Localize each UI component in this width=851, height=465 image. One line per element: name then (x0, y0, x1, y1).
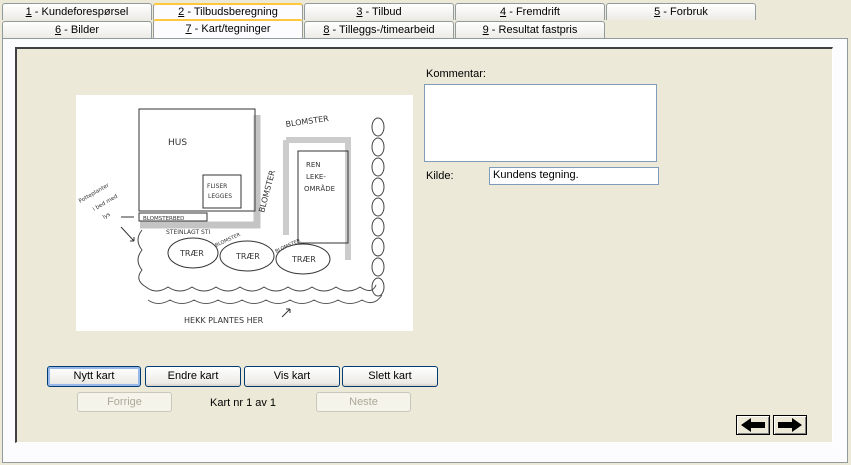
sketch-omrade: OMRÅDE (304, 184, 335, 193)
sketch-note-3: lys (102, 212, 112, 221)
tab-label: - Bilder (61, 24, 100, 36)
sketch-hus: HUS (168, 138, 187, 148)
sketch-hekk: HEKK PLANTES HER (184, 316, 264, 325)
tab-label: - Fremdrift (506, 6, 560, 18)
tab-label: - Kart/tegninger (191, 23, 271, 35)
tab-label: - Tilleggs-/timearbeid (329, 24, 435, 36)
forward-arrow-button[interactable] (773, 415, 807, 435)
comment-label: Kommentar: (426, 68, 486, 80)
comment-textarea[interactable] (424, 84, 657, 162)
tab-tilleggs-timearbeid[interactable]: 8 - Tilleggs-/timearbeid (304, 21, 454, 38)
tab-resultat-fastpris[interactable]: 9 - Resultat fastpris (455, 21, 605, 38)
sketch-legges: LEGGES (208, 193, 232, 200)
arrow-right-icon (778, 418, 802, 432)
sketch-blomster-small-1: BLOMSTER (214, 232, 242, 249)
tab-tilbud[interactable]: 3 - Tilbud (304, 3, 454, 20)
new-map-button[interactable]: Nytt kart (47, 366, 141, 387)
tab-forbruk[interactable]: 5 - Forbruk (606, 3, 756, 20)
source-input[interactable]: Kundens tegning. (489, 167, 659, 185)
tab-fremdrift[interactable]: 4 - Fremdrift (455, 3, 605, 20)
sketch-ren: REN (306, 161, 321, 169)
tab-label: - Tilbud (362, 6, 402, 18)
map-counter: Kart nr 1 av 1 (210, 397, 277, 409)
tab-bilder[interactable]: 6 - Bilder (2, 21, 152, 38)
tab-tilbudsberegning[interactable]: 2 - Tilbudsberegning (153, 3, 303, 20)
tab-label: - Forbruk (660, 6, 708, 18)
map-drawing-image: HUS FLISER LEGGES REN LEKE- OMRÅDE BLOMS… (76, 95, 413, 331)
edit-map-button[interactable]: Endre kart (145, 366, 241, 387)
sketch-steinlagt: STEINLAGT STI (166, 229, 210, 236)
tab-kart-tegninger[interactable]: 7 - Kart/tegninger (153, 19, 303, 38)
sketch-blomster-top: BLOMSTER (285, 114, 330, 129)
sketch-blomsterbed: BLOMSTERBED (143, 216, 184, 222)
next-button[interactable]: Neste (316, 392, 411, 412)
back-arrow-button[interactable] (736, 415, 770, 435)
sketch-note-2: i bed med (92, 194, 119, 213)
sketch-blomster-small-2: BLOMSTER (274, 238, 302, 255)
arrow-left-icon (741, 418, 765, 432)
tab-label: - Kundeforespørsel (31, 6, 129, 18)
source-label: Kilde: (426, 170, 454, 182)
previous-button[interactable]: Forrige (77, 392, 172, 412)
tab-label: - Tilbudsberegning (184, 6, 278, 18)
tab-kundeforesporsel[interactable]: 1 - Kundeforespørsel (2, 3, 152, 20)
sketch-traer-3: TRÆR (291, 255, 316, 264)
delete-map-button[interactable]: Slett kart (342, 366, 438, 387)
sketch-fliser: FLISER (207, 183, 227, 190)
show-map-button[interactable]: Vis kart (244, 366, 340, 387)
sketch-traer-1: TRÆR (179, 249, 204, 258)
tab-label: - Resultat fastpris (488, 24, 578, 36)
sketch-traer-2: TRÆR (235, 252, 260, 261)
sketch-leke: LEKE- (306, 173, 326, 181)
